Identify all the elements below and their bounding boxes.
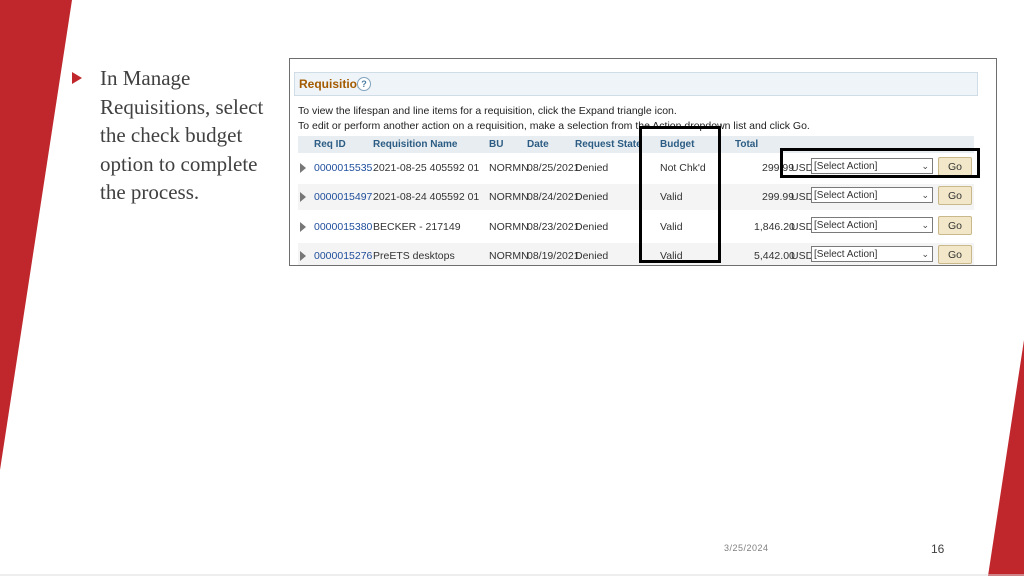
request-date: 08/19/2021 <box>527 250 580 262</box>
request-date: 08/25/2021 <box>527 162 580 174</box>
expand-triangle-icon[interactable] <box>300 222 306 232</box>
request-state: Denied <box>575 162 609 174</box>
table-row: 0000015276 PreETS desktops NORMN 08/19/2… <box>298 243 974 265</box>
bullet-text: In Manage Requisitions, select the check… <box>100 66 264 204</box>
total-amount: 5,442.00 <box>754 250 795 262</box>
req-id-link[interactable]: 0000015380 <box>314 221 372 233</box>
col-requisition-name[interactable]: Requisition Name <box>373 139 457 150</box>
section-header: Requisitions ? <box>294 72 978 96</box>
request-date: 08/24/2021 <box>527 191 580 203</box>
left-red-band <box>0 0 72 470</box>
slide-date: 3/25/2024 <box>724 543 769 553</box>
business-unit: NORMN <box>489 250 529 262</box>
action-dropdown[interactable]: [Select Action] ⌄ <box>811 246 933 262</box>
request-state: Denied <box>575 191 609 203</box>
action-dropdown[interactable]: [Select Action] ⌄ <box>811 187 933 203</box>
go-button[interactable]: Go <box>938 245 972 264</box>
currency: USD <box>791 221 814 233</box>
chevron-down-icon: ⌄ <box>921 220 929 230</box>
action-dropdown-value: [Select Action] <box>814 190 878 201</box>
col-bu[interactable]: BU <box>489 139 503 150</box>
expand-triangle-icon[interactable] <box>300 192 306 202</box>
action-highlight <box>780 148 980 178</box>
currency: USD <box>791 250 814 262</box>
col-req-id[interactable]: Req ID <box>314 139 346 150</box>
requisition-name: 2021-08-24 405592 01 <box>373 191 480 203</box>
instruction-text: To view the lifespan and line items for … <box>298 105 677 117</box>
col-date[interactable]: Date <box>527 139 549 150</box>
business-unit: NORMN <box>489 221 529 233</box>
page-number: 16 <box>931 542 945 556</box>
budget-column-highlight <box>639 126 721 263</box>
table-row: 0000015497 2021-08-24 405592 01 NORMN 08… <box>298 184 974 210</box>
table-row: 0000015380 BECKER - 217149 NORMN 08/23/2… <box>298 214 974 240</box>
action-dropdown-value: [Select Action] <box>814 220 878 231</box>
currency: USD <box>791 191 814 203</box>
instruction-text: To edit or perform another action on a r… <box>298 120 810 132</box>
business-unit: NORMN <box>489 191 529 203</box>
req-id-link[interactable]: 0000015276 <box>314 250 372 262</box>
req-id-link[interactable]: 0000015497 <box>314 191 372 203</box>
requisition-name: PreETS desktops <box>373 250 455 262</box>
requisition-name: 2021-08-25 405592 01 <box>373 162 480 174</box>
go-button[interactable]: Go <box>938 216 972 235</box>
requisition-name: BECKER - 217149 <box>373 221 461 233</box>
action-dropdown[interactable]: [Select Action] ⌄ <box>811 217 933 233</box>
action-dropdown-value: [Select Action] <box>814 249 878 260</box>
right-red-band <box>988 340 1024 576</box>
expand-triangle-icon[interactable] <box>300 251 306 261</box>
request-state: Denied <box>575 221 609 233</box>
col-request-state[interactable]: Request State <box>575 139 642 150</box>
request-date: 08/23/2021 <box>527 221 580 233</box>
total-amount: 1,846.20 <box>754 221 795 233</box>
go-button[interactable]: Go <box>938 186 972 205</box>
request-state: Denied <box>575 250 609 262</box>
col-total[interactable]: Total <box>735 139 758 150</box>
chevron-down-icon: ⌄ <box>921 249 929 259</box>
help-icon[interactable]: ? <box>357 77 371 91</box>
total-amount: 299.99 <box>762 191 795 203</box>
chevron-down-icon: ⌄ <box>921 190 929 200</box>
req-id-link[interactable]: 0000015535 <box>314 162 372 174</box>
expand-triangle-icon[interactable] <box>300 163 306 173</box>
business-unit: NORMN <box>489 162 529 174</box>
bullet-arrow-icon <box>72 72 82 84</box>
